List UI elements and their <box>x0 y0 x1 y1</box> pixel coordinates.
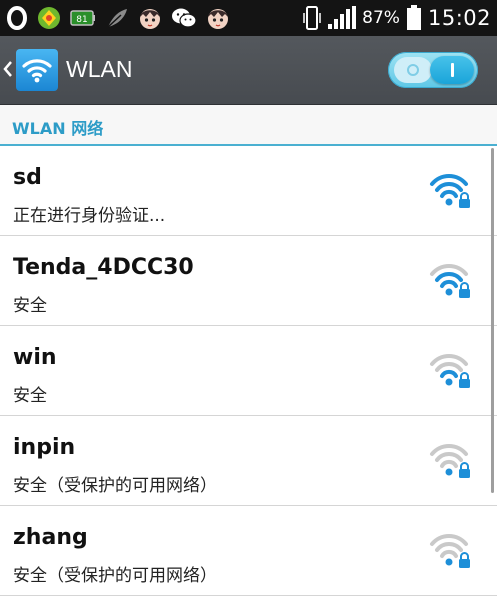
avatar-icon <box>138 6 162 30</box>
signal-icon <box>328 6 357 30</box>
battery-app-icon: 81 <box>70 8 96 28</box>
network-item-inpin[interactable]: inpin 安全（受保护的可用网络） <box>0 416 497 506</box>
avatar-icon <box>206 6 230 30</box>
wifi-signal-lock-icon <box>429 263 475 299</box>
network-item-tenda[interactable]: Tenda_4DCC30 安全 <box>0 236 497 326</box>
battery-icon <box>406 5 422 31</box>
network-item-win[interactable]: win 安全 <box>0 326 497 416</box>
network-name: win <box>13 345 57 370</box>
clock: 15:02 <box>427 6 491 30</box>
network-item-sd[interactable]: sd 正在进行身份验证... <box>0 146 497 236</box>
feather-icon <box>105 6 129 30</box>
toggle-knob[interactable] <box>430 56 474 84</box>
wlan-app-icon[interactable] <box>16 49 58 91</box>
network-name: Tenda_4DCC30 <box>13 255 194 280</box>
network-status: 安全 <box>13 296 47 316</box>
network-name: inpin <box>13 435 76 460</box>
vibrate-icon <box>302 5 322 31</box>
network-item-zhang[interactable]: zhang 安全（受保护的可用网络） <box>0 506 497 596</box>
wifi-signal-lock-icon <box>429 353 475 389</box>
toggle-off-indicator <box>394 57 432 83</box>
action-bar: WLAN <box>0 36 497 105</box>
wlan-toggle[interactable] <box>388 52 478 88</box>
network-status: 正在进行身份验证... <box>13 206 166 226</box>
notification-icons: 81 <box>6 4 230 32</box>
scrollbar[interactable] <box>491 148 494 493</box>
network-name: zhang <box>13 525 88 550</box>
wifi-signal-lock-icon <box>429 443 475 479</box>
network-status: 安全（受保护的可用网络） <box>13 476 217 496</box>
section-header: WLAN 网络 <box>0 105 497 146</box>
wifi-signal-lock-icon <box>429 173 475 209</box>
network-name: sd <box>13 165 42 190</box>
wechat-icon <box>171 7 197 29</box>
battery-percent: 87% <box>362 8 400 28</box>
wifi-signal-lock-icon <box>429 533 475 569</box>
svg-text:81: 81 <box>76 15 87 25</box>
app-store-icon <box>37 6 61 30</box>
back-chevron-icon[interactable] <box>2 58 14 84</box>
section-title: WLAN 网络 <box>12 119 104 138</box>
system-status: 87% 15:02 <box>302 4 491 32</box>
network-list: sd 正在进行身份验证... Tenda_4DCC30 安全 win 安全 in… <box>0 146 497 596</box>
status-bar: 81 87% 15:02 <box>0 0 497 36</box>
opera-icon <box>6 6 28 30</box>
network-status: 安全（受保护的可用网络） <box>13 566 217 586</box>
page-title: WLAN <box>66 56 133 82</box>
network-status: 安全 <box>13 386 47 406</box>
